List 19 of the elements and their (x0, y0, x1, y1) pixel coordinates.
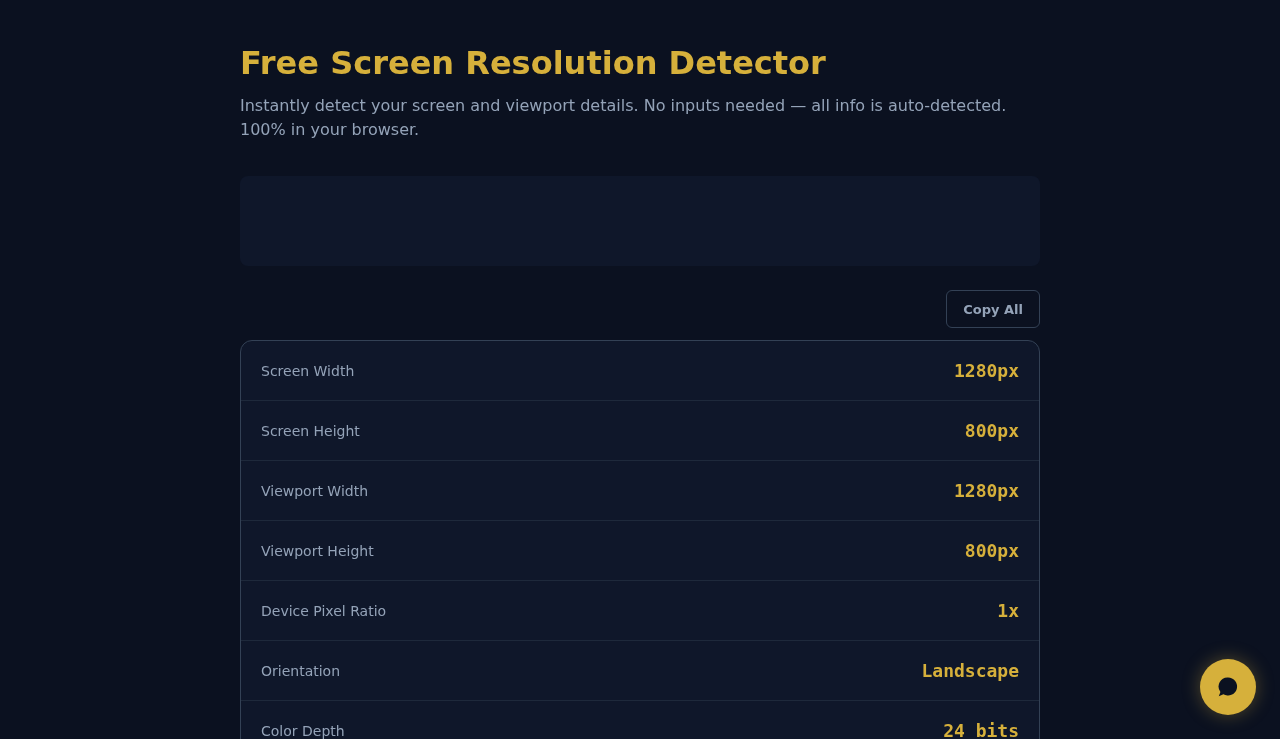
detail-value: Landscape (921, 660, 1019, 681)
page-description: Instantly detect your screen and viewport details. No inputs needed — all info is auto-detected. 100% in your browser. (240, 95, 1008, 141)
detail-value: 800px (964, 540, 1019, 561)
detail-label: Color Depth (261, 722, 345, 739)
detail-label: Viewport Width (261, 482, 369, 499)
detail-value: 1280px (953, 480, 1019, 501)
detail-value: 24 bits (943, 720, 1019, 739)
detail-label: Orientation (261, 662, 341, 679)
detail-label: Screen Width (261, 362, 355, 379)
chat-button[interactable] (1200, 659, 1256, 715)
detail-value: 1280px (953, 360, 1019, 381)
detail-label: Device Pixel Ratio (261, 602, 387, 619)
detail-value: 800px (964, 420, 1019, 441)
detail-value: 1x (997, 600, 1019, 621)
detail-label: Viewport Height (261, 542, 374, 559)
copy-all-button[interactable]: Copy All (946, 290, 1040, 328)
page-title: Free Screen Resolution Detector (240, 43, 827, 83)
detail-label: Screen Height (261, 422, 360, 439)
speech-bubble-icon (1217, 676, 1239, 698)
